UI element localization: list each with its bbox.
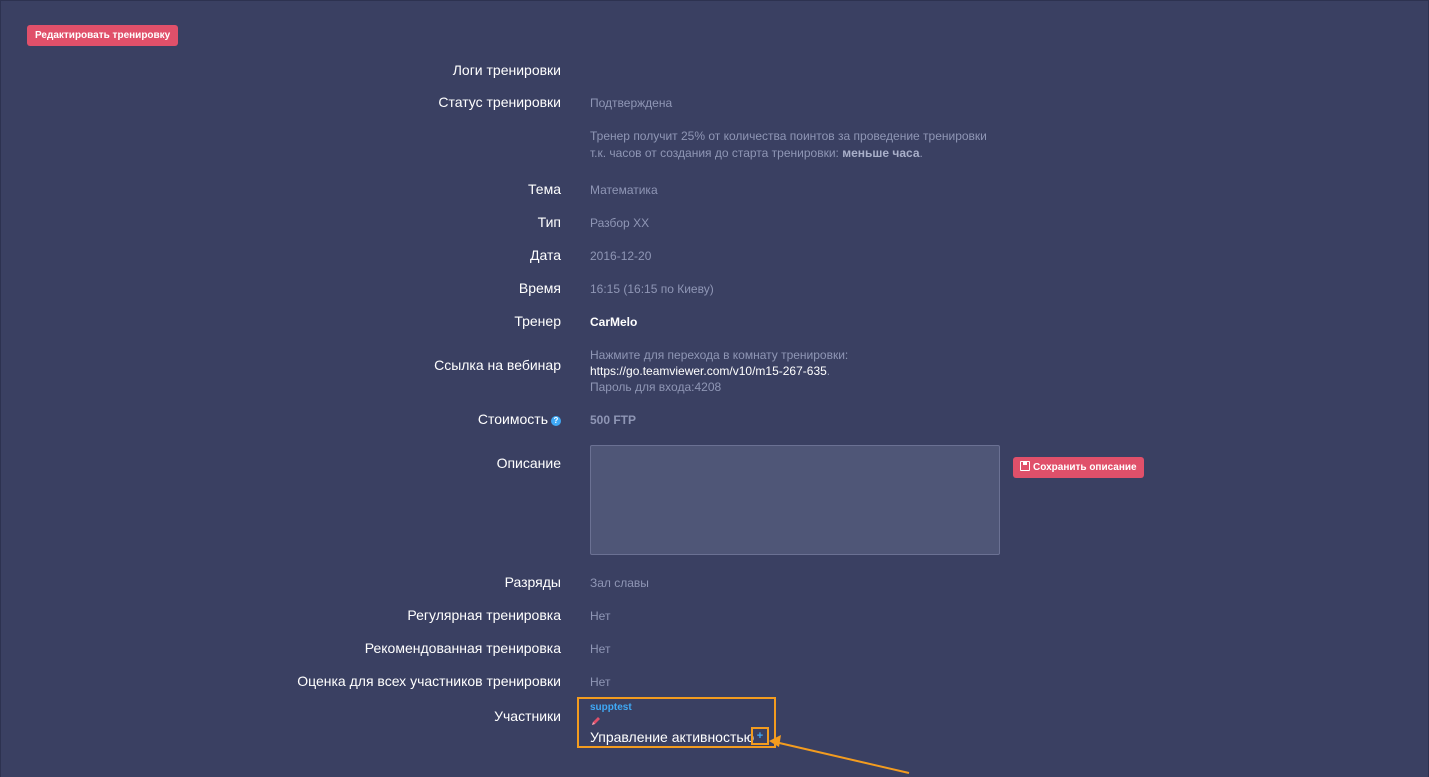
annotation-arrow-icon bbox=[769, 735, 910, 774]
status-note-prefix: т.к. часов от создания до старта трениро… bbox=[590, 146, 843, 160]
cost-label-row: Стоимость? bbox=[161, 410, 561, 428]
topic-value: Математика bbox=[590, 183, 658, 197]
save-description-label: Сохранить описание bbox=[1033, 462, 1137, 473]
ranks-label: Разряды bbox=[504, 574, 561, 590]
time-label: Время bbox=[518, 280, 561, 296]
status-note-line1: Тренер получит 25% от количества поинтов… bbox=[590, 129, 987, 143]
status-note: Тренер получит 25% от количества поинтов… bbox=[590, 128, 987, 162]
webinar-link-suffix: . bbox=[826, 364, 831, 378]
help-icon[interactable]: ? bbox=[551, 416, 561, 426]
pencil-icon[interactable] bbox=[590, 715, 602, 727]
participants-label: Участники bbox=[494, 708, 561, 724]
recommended-value: Нет bbox=[590, 642, 611, 656]
recommended-label: Рекомендованная тренировка bbox=[364, 640, 561, 656]
description-textarea[interactable] bbox=[590, 445, 1000, 555]
time-value: 16:15 (16:15 по Киеву) bbox=[590, 282, 714, 296]
status-value: Подтверждена bbox=[590, 96, 673, 110]
trainer-value[interactable]: CarMelo bbox=[590, 314, 637, 330]
topic-label: Тема bbox=[528, 181, 561, 197]
status-note-suffix: . bbox=[919, 146, 923, 160]
cost-value: 500 FTP bbox=[590, 413, 637, 427]
floppy-disk-icon bbox=[1020, 461, 1030, 471]
status-label: Статус тренировки bbox=[438, 94, 561, 110]
cost-label: Стоимость bbox=[477, 411, 548, 427]
status-note-bold: меньше часа bbox=[842, 146, 920, 160]
save-description-button[interactable]: Сохранить описание bbox=[1013, 457, 1144, 478]
type-label: Тип bbox=[537, 214, 561, 230]
webinar-instruction: Нажмите для перехода в комнату тренировк… bbox=[590, 348, 849, 362]
edit-training-button[interactable]: Редактировать тренировку bbox=[27, 25, 179, 46]
webinar-info: Нажмите для перехода в комнату тренировк… bbox=[590, 347, 848, 395]
regular-value: Нет bbox=[590, 609, 611, 623]
webinar-label: Ссылка на вебинар bbox=[434, 357, 561, 373]
webinar-link[interactable]: https://go.teamviewer.com/v10/m15-267-63… bbox=[590, 364, 827, 378]
webinar-link-line: https://go.teamviewer.com/v10/m15-267-63… bbox=[590, 363, 848, 379]
rating-label: Оценка для всех участников тренировки bbox=[297, 673, 561, 689]
status-note-line2: т.к. часов от создания до старта трениро… bbox=[590, 145, 987, 162]
rating-value: Нет bbox=[590, 675, 611, 689]
participant-name[interactable]: supptest bbox=[590, 702, 632, 713]
activity-management-label: Управление активностью bbox=[590, 729, 755, 745]
trainer-label: Тренер bbox=[514, 313, 561, 329]
ranks-value: Зал славы bbox=[590, 576, 649, 590]
training-details-page: Редактировать тренировку Логи тренировки… bbox=[0, 0, 1429, 777]
date-value: 2016-12-20 bbox=[590, 249, 652, 263]
date-label: Дата bbox=[529, 247, 561, 263]
regular-label: Регулярная тренировка bbox=[407, 607, 561, 623]
logs-label: Логи тренировки bbox=[452, 62, 561, 78]
type-value: Разбор XX bbox=[590, 216, 650, 230]
description-label: Описание bbox=[496, 455, 561, 471]
webinar-password: Пароль для входа:4208 bbox=[590, 380, 722, 394]
